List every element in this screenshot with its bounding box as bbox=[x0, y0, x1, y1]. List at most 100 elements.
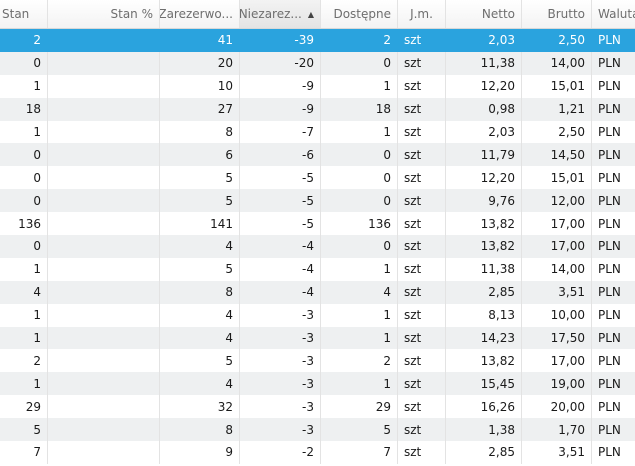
table-row[interactable]: 0 5 -5 0 szt 12,20 15,01 PLN bbox=[0, 166, 635, 190]
cell-dostepne: 2 bbox=[321, 29, 398, 52]
table-row[interactable]: 4 8 -4 4 szt 2,85 3,51 PLN bbox=[0, 280, 635, 304]
column-header-zarezerwowane[interactable]: Zarezerwo... bbox=[160, 0, 240, 28]
table-row[interactable]: 0 5 -5 0 szt 9,76 12,00 PLN bbox=[0, 189, 635, 213]
column-header-label: Stan % bbox=[110, 7, 154, 21]
cell-jm: szt bbox=[398, 97, 446, 121]
cell-niezarezerwowane: -9 bbox=[240, 97, 321, 121]
table-row[interactable]: 18 27 -9 18 szt 0,98 1,21 PLN bbox=[0, 97, 635, 121]
cell-brutto: 15,01 bbox=[522, 74, 592, 98]
table-row[interactable]: 0 4 -4 0 szt 13,82 17,00 PLN bbox=[0, 235, 635, 258]
cell-stan: 29 bbox=[0, 395, 48, 419]
stock-table: Stan Stan % Zarezerwo... Niezarez... ▲ Dostęp… bbox=[0, 0, 635, 466]
cell-brutto: 1,21 bbox=[522, 97, 592, 121]
cell-brutto: 17,00 bbox=[522, 349, 592, 373]
column-header-stan[interactable]: Stan bbox=[0, 0, 48, 28]
cell-stan-percent bbox=[48, 74, 160, 98]
cell-stan: 0 bbox=[0, 189, 48, 213]
column-header-label: Niezarez... bbox=[240, 7, 302, 21]
table-row[interactable]: 29 32 -3 29 szt 16,26 20,00 PLN bbox=[0, 395, 635, 419]
cell-brutto: 12,00 bbox=[522, 189, 592, 213]
table-row[interactable]: 1 4 -3 1 szt 8,13 10,00 PLN bbox=[0, 303, 635, 327]
cell-dostepne: 5 bbox=[321, 418, 398, 442]
table-row[interactable]: 2 41 -39 2 szt 2,03 2,50 PLN bbox=[0, 29, 635, 52]
cell-stan-percent bbox=[48, 97, 160, 121]
cell-niezarezerwowane: -4 bbox=[240, 235, 321, 258]
column-header-stan-percent[interactable]: Stan % bbox=[48, 0, 160, 28]
table-row[interactable]: 7 9 -2 7 szt 2,85 3,51 PLN bbox=[0, 441, 635, 464]
column-header-netto[interactable]: Netto bbox=[446, 0, 522, 28]
cell-dostepne: 1 bbox=[321, 74, 398, 98]
cell-brutto: 3,51 bbox=[522, 441, 592, 464]
cell-zarezerwowane: 4 bbox=[160, 303, 240, 327]
table-row[interactable]: 2 5 -3 2 szt 13,82 17,00 PLN bbox=[0, 349, 635, 373]
cell-stan: 2 bbox=[0, 29, 48, 52]
cell-zarezerwowane: 5 bbox=[160, 189, 240, 213]
table-row[interactable]: 1 8 -7 1 szt 2,03 2,50 PLN bbox=[0, 120, 635, 144]
cell-zarezerwowane: 32 bbox=[160, 395, 240, 419]
cell-zarezerwowane: 27 bbox=[160, 97, 240, 121]
cell-dostepne: 0 bbox=[321, 189, 398, 213]
column-header-niezarezerwowane[interactable]: Niezarez... ▲ bbox=[240, 0, 321, 28]
cell-dostepne: 2 bbox=[321, 349, 398, 373]
cell-niezarezerwowane: -4 bbox=[240, 280, 321, 304]
cell-netto: 9,76 bbox=[446, 189, 522, 213]
cell-niezarezerwowane: -3 bbox=[240, 372, 321, 396]
cell-stan-percent bbox=[48, 257, 160, 281]
column-header-jm[interactable]: J.m. bbox=[398, 0, 446, 28]
cell-stan: 5 bbox=[0, 418, 48, 442]
column-header-dostepne[interactable]: Dostępne bbox=[321, 0, 398, 28]
cell-zarezerwowane: 4 bbox=[160, 326, 240, 350]
column-header-label: Waluta bbox=[598, 7, 635, 21]
cell-netto: 2,85 bbox=[446, 441, 522, 464]
cell-niezarezerwowane: -6 bbox=[240, 143, 321, 167]
cell-zarezerwowane: 5 bbox=[160, 257, 240, 281]
cell-stan-percent bbox=[48, 326, 160, 350]
cell-netto: 2,85 bbox=[446, 280, 522, 304]
cell-dostepne: 0 bbox=[321, 143, 398, 167]
cell-zarezerwowane: 5 bbox=[160, 166, 240, 190]
cell-dostepne: 1 bbox=[321, 326, 398, 350]
column-header-brutto[interactable]: Brutto bbox=[522, 0, 592, 28]
cell-waluta: PLN bbox=[598, 216, 621, 231]
cell-stan-percent bbox=[48, 120, 160, 144]
cell-netto: 1,38 bbox=[446, 418, 522, 442]
table-row[interactable]: 5 8 -3 5 szt 1,38 1,70 PLN bbox=[0, 418, 635, 442]
cell-netto: 15,45 bbox=[446, 372, 522, 396]
table-header: Stan Stan % Zarezerwo... Niezarez... ▲ Dostęp… bbox=[0, 0, 635, 29]
cell-niezarezerwowane: -20 bbox=[240, 51, 321, 75]
cell-brutto: 14,50 bbox=[522, 143, 592, 167]
cell-stan-percent bbox=[48, 372, 160, 396]
cell-niezarezerwowane: -2 bbox=[240, 441, 321, 464]
cell-waluta: PLN bbox=[598, 422, 621, 437]
cell-stan: 136 bbox=[0, 212, 48, 236]
column-header-waluta[interactable]: Waluta bbox=[592, 0, 635, 28]
table-row[interactable]: 1 4 -3 1 szt 15,45 19,00 PLN bbox=[0, 372, 635, 396]
cell-dostepne: 1 bbox=[321, 303, 398, 327]
cell-zarezerwowane: 8 bbox=[160, 418, 240, 442]
table-row[interactable]: 1 5 -4 1 szt 11,38 14,00 PLN bbox=[0, 257, 635, 281]
cell-stan: 2 bbox=[0, 349, 48, 373]
cell-stan: 1 bbox=[0, 120, 48, 144]
cell-niezarezerwowane: -3 bbox=[240, 303, 321, 327]
cell-brutto: 3,51 bbox=[522, 280, 592, 304]
cell-stan: 1 bbox=[0, 257, 48, 281]
table-row[interactable]: 1 10 -9 1 szt 12,20 15,01 PLN bbox=[0, 74, 635, 98]
cell-waluta: PLN bbox=[598, 331, 621, 346]
cell-stan: 0 bbox=[0, 235, 48, 258]
cell-netto: 13,82 bbox=[446, 235, 522, 258]
cell-waluta: PLN bbox=[598, 125, 621, 139]
cell-brutto: 1,70 bbox=[522, 418, 592, 442]
table-row[interactable]: 0 20 -20 0 szt 11,38 14,00 PLN bbox=[0, 51, 635, 75]
cell-stan: 1 bbox=[0, 326, 48, 350]
cell-stan-percent bbox=[48, 395, 160, 419]
column-header-label: Netto bbox=[481, 7, 515, 21]
cell-niezarezerwowane: -39 bbox=[240, 29, 321, 52]
table-row[interactable]: 136 141 -5 136 szt 13,82 17,00 PLN bbox=[0, 212, 635, 236]
table-row[interactable]: 0 6 -6 0 szt 11,79 14,50 PLN bbox=[0, 143, 635, 167]
cell-jm: szt bbox=[398, 212, 446, 236]
cell-waluta: PLN bbox=[598, 285, 621, 300]
cell-waluta: PLN bbox=[598, 399, 621, 414]
table-row[interactable]: 1 4 -3 1 szt 14,23 17,50 PLN bbox=[0, 326, 635, 350]
cell-waluta: PLN bbox=[598, 445, 621, 460]
cell-jm: szt bbox=[398, 303, 446, 327]
